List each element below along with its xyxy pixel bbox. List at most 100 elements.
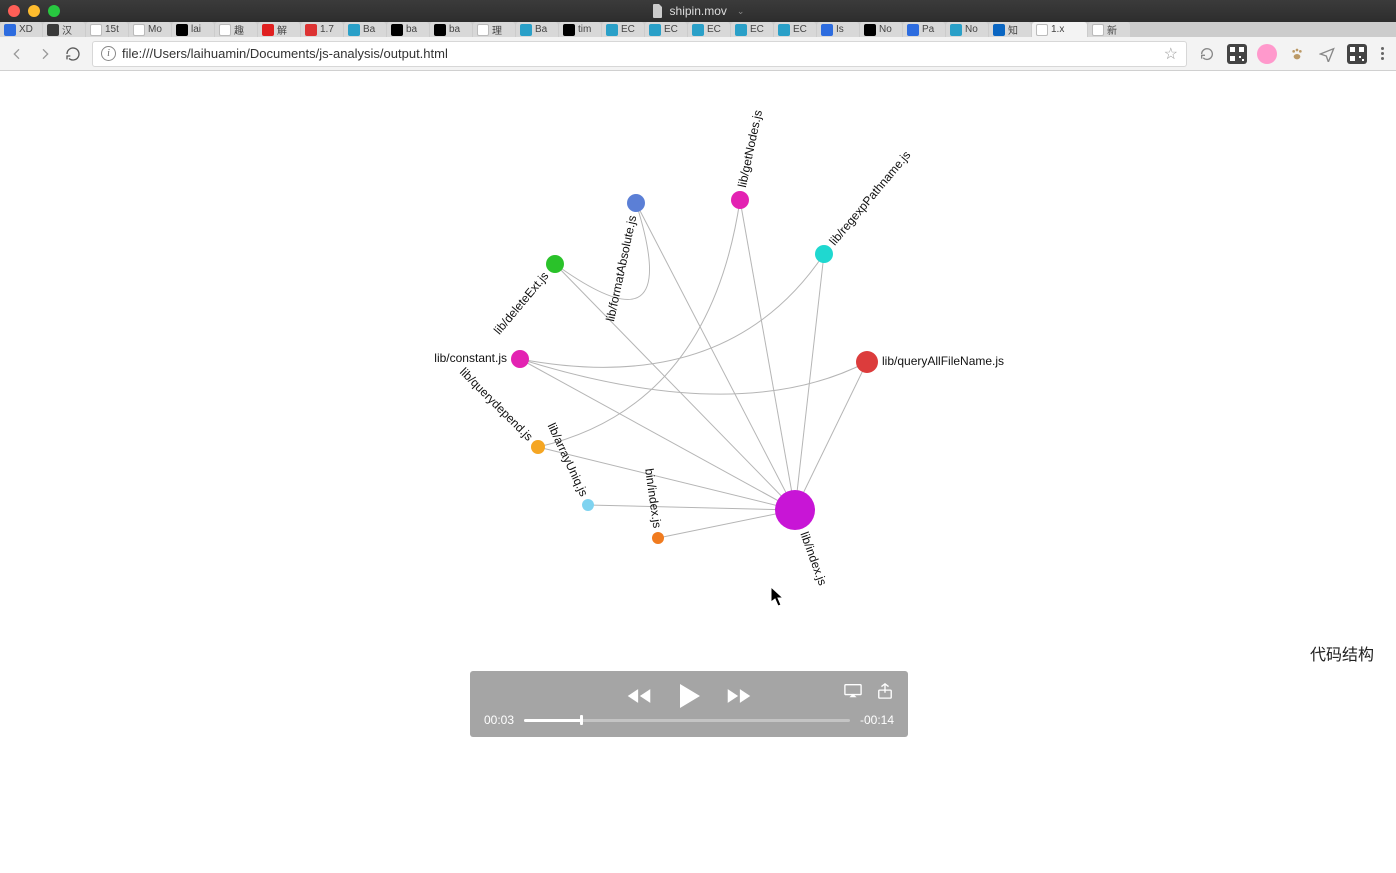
graph-edge (740, 200, 795, 510)
extension-qr2-icon[interactable] (1347, 44, 1367, 64)
browser-tab[interactable]: EC (774, 22, 816, 37)
window-title-text: shipin.mov (670, 4, 727, 18)
graph-node[interactable] (582, 499, 594, 511)
tab-favicon (1092, 24, 1104, 36)
tab-label: EC (793, 24, 807, 35)
browser-tab[interactable]: EC (602, 22, 644, 37)
airplay-icon[interactable] (844, 683, 862, 702)
window-title: shipin.mov ⌄ (0, 4, 1396, 18)
extension-plane-icon[interactable] (1317, 44, 1337, 64)
fast-forward-button[interactable] (726, 685, 752, 710)
macos-titlebar: shipin.mov ⌄ (0, 0, 1396, 22)
graph-node-label: lib/index.js (797, 530, 829, 587)
site-info-icon[interactable]: i (101, 46, 116, 61)
browser-tab[interactable]: No (860, 22, 902, 37)
bookmark-star-icon[interactable]: ☆ (1164, 44, 1178, 64)
video-current-time: 00:03 (484, 713, 514, 727)
tab-label: lai (191, 24, 201, 35)
graph-node[interactable] (627, 194, 645, 212)
tab-favicon (563, 24, 575, 36)
graph-node-label: lib/constant.js (434, 351, 507, 365)
tab-favicon (649, 24, 661, 36)
graph-edge (520, 359, 867, 394)
chrome-toolbar: i file:///Users/laihuamin/Documents/js-a… (0, 37, 1396, 71)
browser-tab[interactable]: Pa (903, 22, 945, 37)
browser-tab[interactable]: EC (731, 22, 773, 37)
browser-tab[interactable]: No (946, 22, 988, 37)
browser-tab[interactable]: Ba (516, 22, 558, 37)
tab-favicon (219, 24, 231, 36)
tab-label: 新 (1107, 22, 1117, 37)
tab-label: tim (578, 24, 591, 35)
document-icon (652, 4, 664, 18)
graph-node[interactable] (775, 490, 815, 530)
graph-node[interactable] (531, 440, 545, 454)
browser-tab[interactable]: 1.x (1032, 22, 1087, 37)
reload-button[interactable] (64, 45, 82, 63)
browser-tab[interactable]: EC (688, 22, 730, 37)
play-button[interactable] (674, 681, 704, 714)
browser-tab[interactable]: Is (817, 22, 859, 37)
title-dropdown-icon[interactable]: ⌄ (737, 6, 745, 17)
tab-label: Mo (148, 24, 162, 35)
graph-node[interactable] (546, 255, 564, 273)
share-icon[interactable] (876, 683, 894, 702)
graph-node[interactable] (731, 191, 749, 209)
browser-tab[interactable]: 1.7 (301, 22, 343, 37)
browser-tab[interactable]: Mo (129, 22, 171, 37)
graph-node-label: lib/queryAllFileName.js (882, 354, 1004, 368)
browser-tab[interactable]: tim (559, 22, 601, 37)
browser-tab[interactable]: 趣 (215, 22, 257, 37)
graph-node[interactable] (815, 245, 833, 263)
browser-tab[interactable]: ba (430, 22, 472, 37)
tab-favicon (993, 24, 1005, 36)
tab-favicon (47, 24, 59, 36)
extension-pink-icon[interactable] (1257, 44, 1277, 64)
tab-favicon (821, 24, 833, 36)
tab-favicon (262, 24, 274, 36)
extension-reload-icon[interactable] (1197, 44, 1217, 64)
tab-favicon (606, 24, 618, 36)
browser-tab[interactable]: 知 (989, 22, 1031, 37)
browser-tab[interactable]: Ba (344, 22, 386, 37)
graph-node[interactable] (856, 351, 878, 373)
tab-favicon (520, 24, 532, 36)
forward-button[interactable] (36, 45, 54, 63)
graph-node[interactable] (652, 532, 664, 544)
video-remaining-time: -00:14 (860, 713, 894, 727)
graph-edge (658, 510, 795, 538)
browser-tab[interactable]: 15t (86, 22, 128, 37)
video-controls: 00:03 -00:14 (470, 671, 908, 737)
chrome-menu-button[interactable] (1377, 47, 1388, 60)
graph-node[interactable] (511, 350, 529, 368)
address-bar[interactable]: i file:///Users/laihuamin/Documents/js-a… (92, 41, 1187, 67)
browser-tab[interactable]: lai (172, 22, 214, 37)
mouse-cursor (771, 587, 785, 607)
tab-favicon (735, 24, 747, 36)
video-progress-bar[interactable] (524, 719, 850, 722)
browser-tab[interactable]: 新 (1088, 22, 1130, 37)
back-button[interactable] (8, 45, 26, 63)
browser-tab[interactable]: 汉 (43, 22, 85, 37)
browser-tab[interactable]: EC (645, 22, 687, 37)
tab-label: 理 (492, 22, 502, 37)
tab-label: Ba (535, 24, 547, 35)
tab-label: No (965, 24, 978, 35)
tab-label: 趣 (234, 22, 244, 37)
dependency-graph[interactable]: lib/index.jslib/queryAllFileName.jslib/r… (0, 71, 1396, 871)
browser-tab[interactable]: XD (0, 22, 42, 37)
tab-favicon (950, 24, 962, 36)
tab-favicon (864, 24, 876, 36)
tab-label: 15t (105, 24, 119, 35)
tab-favicon (4, 24, 16, 36)
tab-favicon (477, 24, 489, 36)
browser-tab[interactable]: ba (387, 22, 429, 37)
graph-edge (538, 200, 740, 447)
browser-tab[interactable]: 解 (258, 22, 300, 37)
browser-tab[interactable]: 理 (473, 22, 515, 37)
tab-favicon (907, 24, 919, 36)
extension-qr-icon[interactable] (1227, 44, 1247, 64)
rewind-button[interactable] (626, 685, 652, 710)
extension-paw-icon[interactable] (1287, 44, 1307, 64)
url-text: file:///Users/laihuamin/Documents/js-ana… (122, 46, 1158, 61)
